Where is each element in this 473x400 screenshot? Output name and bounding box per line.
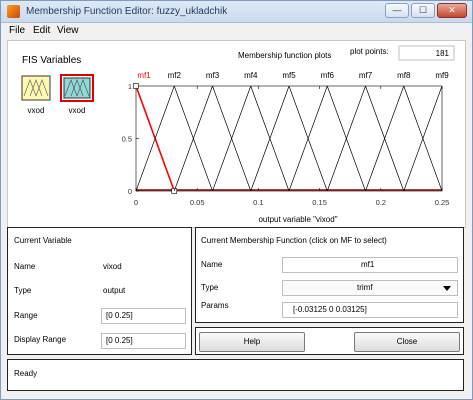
output-variable-box[interactable] [60,74,94,102]
mf-label-mf9[interactable]: mf9 [435,71,449,80]
fis-variables-heading: FIS Variables [22,55,81,66]
range-input[interactable]: [0 0.25] [101,308,186,324]
button-panel: Help Close [195,327,464,355]
figure-canvas: FIS Variables vxod vxod Membership funct… [21,45,455,224]
axes-frame [135,85,443,192]
mf-vertex-handle [133,83,139,89]
y-tick-label: 1 [128,82,132,91]
current-mf-panel: Current Membership Function (click on MF… [195,227,464,323]
mf-label-mf3[interactable]: mf3 [206,71,220,80]
display-range-label: Display Range [14,335,67,344]
x-tick-label: 0.05 [190,198,205,207]
title-bar: Membership Function Editor: fuzzy_ukladc… [1,1,472,23]
minimize-button[interactable]: — [385,3,409,18]
plot-points-label: plot points: [350,47,389,56]
mf-label-mf2[interactable]: mf2 [168,71,182,80]
y-tick-label: 0.5 [122,135,132,144]
current-variable-panel: Current Variable Name vixod Type output … [7,227,192,355]
app-window: Membership Function Editor: fuzzy_ukladc… [0,0,473,400]
mf-params-input[interactable]: [-0.03125 0 0.03125] [282,302,458,318]
dropdown-arrow-icon [443,286,451,291]
display-range-input[interactable]: [0 0.25] [101,333,186,349]
input-variable-label: vxod [28,106,45,115]
variable-name-label: Name [14,262,36,271]
status-text: Ready [14,369,38,378]
mf-type-label: Type [201,283,219,292]
plot-axes[interactable] [135,85,443,192]
mf-label-mf5[interactable]: mf5 [282,71,296,80]
y-tick-label: 0 [128,187,132,196]
matlab-icon [7,5,20,18]
variable-type-value: output [103,286,126,295]
mf-label-mf6[interactable]: mf6 [321,71,335,80]
output-variable-label: vxod [69,106,86,115]
x-tick-label: 0.25 [435,198,450,207]
x-tick-label: 0.2 [376,198,386,207]
x-axis-label: output variable "vixod" [258,215,337,224]
current-mf-heading: Current Membership Function (click on MF… [201,236,387,245]
menu-bar: File Edit View [1,23,472,39]
mf-params-label: Params [201,301,229,310]
mf-label-mf7[interactable]: mf7 [359,71,373,80]
mf-name-input[interactable]: mf1 [282,257,458,273]
close-button[interactable]: Close [354,332,460,352]
plot-title: Membership function plots [238,51,331,60]
window-title: Membership Function Editor: fuzzy_ukladc… [26,6,228,17]
x-tick-label: 0 [134,198,138,207]
mf-label-mf4[interactable]: mf4 [244,71,258,80]
maximize-button[interactable]: ☐ [411,3,435,18]
mf-type-value: trimf [357,283,373,292]
input-variable-box[interactable] [21,75,51,101]
figure-area: FIS Variables vxod vxod Membership funct… [7,40,466,228]
status-bar: Ready [7,359,464,391]
range-label: Range [14,311,38,320]
menu-view[interactable]: View [57,25,79,36]
close-window-button[interactable]: ✕ [437,3,467,18]
variable-name-value: vixod [103,262,122,271]
x-tick-label: 0.15 [312,198,327,207]
menu-edit[interactable]: Edit [33,25,50,36]
plot-points-value: 181 [436,49,450,58]
menu-file[interactable]: File [9,25,25,36]
mf-label-mf1[interactable]: mf1 [137,71,151,80]
mf-name-label: Name [201,260,223,269]
mf-label-row: mf1 mf2 mf3 mf4 mf5 mf6 mf7 mf8 mf9 [137,71,449,80]
mf-type-select[interactable]: trimf [282,280,458,296]
current-variable-heading: Current Variable [14,236,72,245]
x-tick-label: 0.1 [253,198,263,207]
mf-label-mf8[interactable]: mf8 [397,71,411,80]
help-button[interactable]: Help [199,332,305,352]
variable-type-label: Type [14,286,32,295]
